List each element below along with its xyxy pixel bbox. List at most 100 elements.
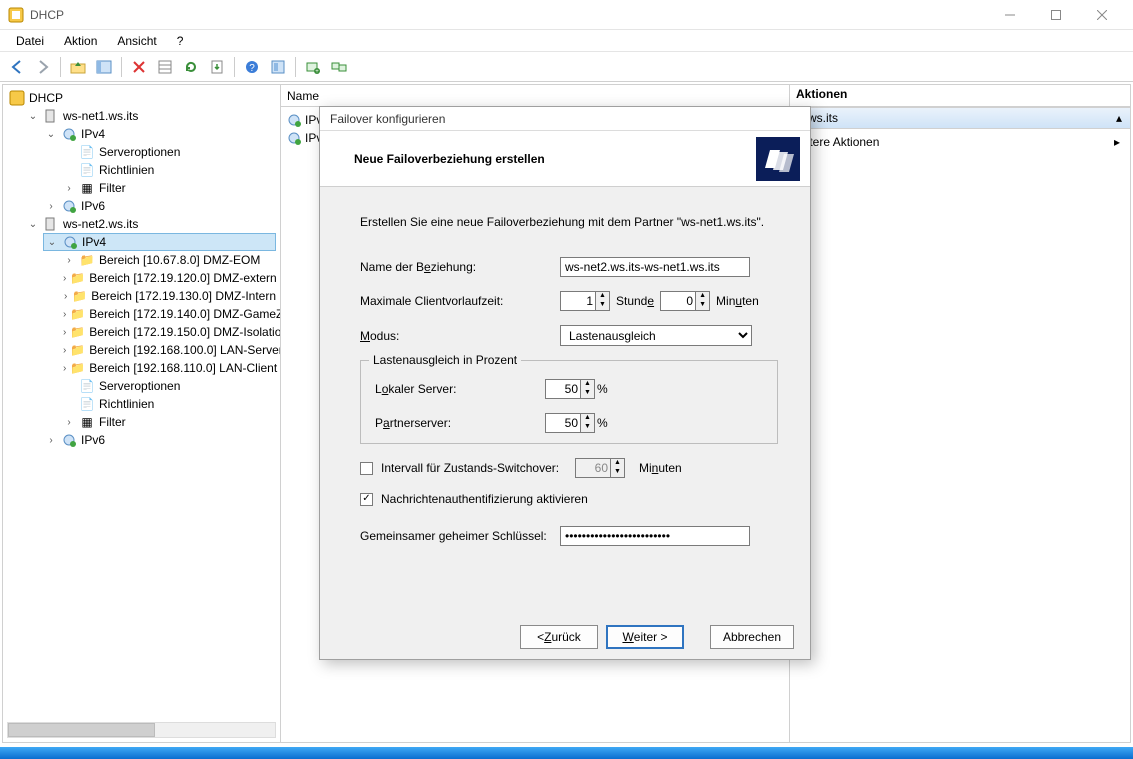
collapse-section-icon[interactable]: ▴ — [1116, 111, 1122, 125]
window-minimize-button[interactable] — [987, 0, 1033, 30]
ipv6-icon — [61, 432, 77, 448]
spinner-buttons[interactable]: ▲▼ — [695, 292, 709, 310]
expand-toggle-icon[interactable]: › — [63, 326, 66, 338]
tree-server2[interactable]: ⌄ ws-net2.ws.its — [25, 215, 276, 233]
tree-policies[interactable]: 📄Richtlinien — [61, 161, 276, 179]
tree-scope[interactable]: ›📁Bereich [192.168.100.0] LAN-Server — [61, 341, 276, 359]
expand-toggle-icon[interactable]: › — [45, 200, 57, 212]
tree-item-label: Filter — [99, 415, 126, 429]
back-button[interactable]: < Zurück — [520, 625, 598, 649]
tree-serveroptions[interactable]: 📄Serveroptionen — [61, 377, 276, 395]
expand-toggle-icon[interactable]: › — [63, 308, 66, 320]
options-button[interactable] — [267, 56, 289, 78]
minutes-input[interactable] — [661, 292, 695, 310]
actions-pane: Aktionen 2.ws.its ▴ eitere Aktionen ▸ — [790, 85, 1130, 742]
filter-icon: ▦ — [79, 180, 95, 196]
expand-toggle-icon[interactable]: › — [63, 344, 66, 356]
forward-button[interactable] — [32, 56, 54, 78]
spinner-buttons[interactable]: ▲▼ — [580, 380, 594, 398]
switchover-input — [576, 459, 610, 477]
expand-toggle-icon[interactable]: › — [63, 290, 68, 302]
tree-server1-ipv6[interactable]: ›IPv6 — [43, 197, 276, 215]
delete-button[interactable] — [128, 56, 150, 78]
tree-scope[interactable]: ›📁Bereich [172.19.130.0] DMZ-Intern — [61, 287, 276, 305]
scope-folder-icon: 📁 — [70, 306, 85, 322]
refresh-button[interactable] — [180, 56, 202, 78]
mode-select[interactable]: Lastenausgleich — [560, 325, 752, 346]
hours-unit-label: Stunde — [616, 294, 654, 308]
tree-item-label: Bereich [192.168.110.0] LAN-Client — [89, 361, 277, 375]
local-server-spinner[interactable]: ▲▼ — [545, 379, 595, 399]
ipv4-icon — [62, 234, 78, 250]
tree-policies[interactable]: 📄Richtlinien — [61, 395, 276, 413]
dialog-titlebar[interactable]: Failover konfigurieren — [320, 107, 810, 131]
dialog-footer: < Zurück Weiter > Abbrechen — [320, 615, 810, 659]
tree-pane: DHCP ⌄ ws-net1.ws.its ⌄ — [3, 85, 281, 742]
spinner-buttons[interactable]: ▲▼ — [580, 414, 594, 432]
expand-toggle-icon[interactable]: › — [63, 362, 66, 374]
expand-toggle-icon[interactable]: › — [63, 272, 66, 284]
authorize-server-button[interactable]: + — [302, 56, 324, 78]
dhcp-app-icon — [8, 7, 24, 23]
scrollbar-thumb[interactable] — [8, 723, 155, 737]
list-column-header[interactable]: Name — [281, 85, 789, 107]
expand-toggle-icon[interactable]: › — [63, 182, 75, 194]
tree-filter[interactable]: ›▦Filter — [61, 413, 276, 431]
tree-scope[interactable]: ›📁Bereich [172.19.120.0] DMZ-extern — [61, 269, 276, 287]
switchover-checkbox[interactable] — [360, 462, 373, 475]
expand-toggle-icon[interactable]: ⌄ — [46, 236, 58, 248]
manage-servers-button[interactable] — [328, 56, 350, 78]
partner-server-input[interactable] — [546, 414, 580, 432]
actions-section-header[interactable]: 2.ws.its ▴ — [790, 107, 1130, 129]
tree-server1-ipv4[interactable]: ⌄ IPv4 — [43, 125, 276, 143]
tree-horizontal-scrollbar[interactable] — [7, 722, 276, 738]
window-close-button[interactable] — [1079, 0, 1125, 30]
tree-scope[interactable]: ›📁Bereich [10.67.8.0] DMZ-EOM — [61, 251, 276, 269]
partner-server-spinner[interactable]: ▲▼ — [545, 413, 595, 433]
tree-root-dhcp[interactable]: DHCP — [7, 89, 276, 107]
mode-label: Modus: — [360, 329, 560, 343]
message-auth-checkbox[interactable] — [360, 493, 373, 506]
actions-more-actions[interactable]: eitere Aktionen ▸ — [790, 129, 1130, 155]
tree-serveroptions[interactable]: 📄Serveroptionen — [61, 143, 276, 161]
properties-button[interactable] — [154, 56, 176, 78]
menu-help[interactable]: ? — [167, 32, 194, 50]
expand-toggle-icon[interactable]: › — [63, 254, 75, 266]
cancel-button[interactable]: Abbrechen — [710, 625, 794, 649]
expand-toggle-icon[interactable]: › — [45, 434, 57, 446]
help-button[interactable]: ? — [241, 56, 263, 78]
local-server-input[interactable] — [546, 380, 580, 398]
ip-node-icon — [287, 131, 301, 145]
dialog-title-text: Failover konfigurieren — [330, 112, 445, 126]
spinner-buttons[interactable]: ▲▼ — [595, 292, 609, 310]
show-hide-tree-button[interactable] — [93, 56, 115, 78]
tree-scope[interactable]: ›📁Bereich [172.19.140.0] DMZ-GameZ — [61, 305, 276, 323]
tree-server2-ipv4[interactable]: ⌄ IPv4 — [43, 233, 276, 251]
message-auth-label: Nachrichtenauthentifizierung aktivieren — [381, 492, 588, 506]
export-list-button[interactable] — [206, 56, 228, 78]
shared-secret-input[interactable] — [560, 526, 750, 546]
menu-ansicht[interactable]: Ansicht — [107, 32, 166, 50]
hours-spinner[interactable]: ▲▼ — [560, 291, 610, 311]
tree-server1[interactable]: ⌄ ws-net1.ws.its — [25, 107, 276, 125]
menu-aktion[interactable]: Aktion — [54, 32, 107, 50]
minutes-spinner[interactable]: ▲▼ — [660, 291, 710, 311]
menu-datei[interactable]: Datei — [6, 32, 54, 50]
expand-toggle-icon[interactable]: ⌄ — [45, 128, 57, 140]
expand-toggle-icon[interactable]: ⌄ — [27, 110, 39, 122]
relationship-name-input[interactable] — [560, 257, 750, 277]
back-button[interactable] — [6, 56, 28, 78]
hours-input[interactable] — [561, 292, 595, 310]
load-balance-legend: Lastenausgleich in Prozent — [369, 353, 521, 367]
next-button[interactable]: Weiter > — [606, 625, 684, 649]
tree-server2-ipv6[interactable]: ›IPv6 — [43, 431, 276, 449]
tree-item-label: Richtlinien — [99, 163, 154, 177]
window-maximize-button[interactable] — [1033, 0, 1079, 30]
expand-toggle-icon[interactable]: ⌄ — [27, 218, 39, 230]
up-folder-button[interactable] — [67, 56, 89, 78]
tree-scope[interactable]: ›📁Bereich [192.168.110.0] LAN-Client — [61, 359, 276, 377]
tree-scope[interactable]: ›📁Bereich [172.19.150.0] DMZ-Isolatio — [61, 323, 276, 341]
menubar: Datei Aktion Ansicht ? — [0, 30, 1133, 52]
tree-filter[interactable]: ›▦Filter — [61, 179, 276, 197]
expand-toggle-icon[interactable]: › — [63, 416, 75, 428]
